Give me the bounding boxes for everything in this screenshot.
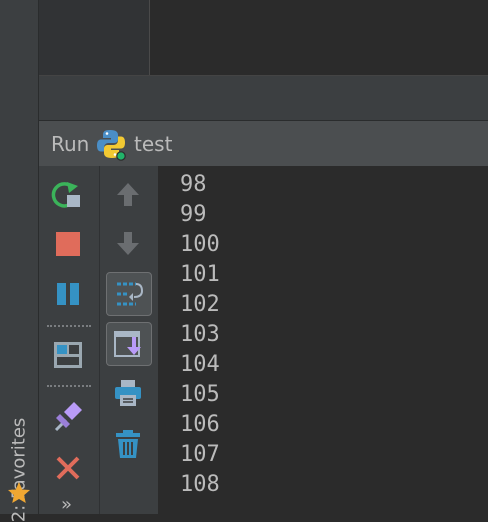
- console-line: 98: [180, 172, 207, 197]
- run-title: Run: [51, 132, 90, 156]
- soft-wrap-button[interactable]: [106, 272, 152, 316]
- soft-wrap-icon: [117, 282, 144, 306]
- console-line: 99: [180, 202, 207, 227]
- toolbar-separator: [47, 385, 91, 387]
- pin-icon[interactable]: [52, 400, 84, 434]
- console-line: 104: [180, 352, 220, 377]
- close-icon[interactable]: [54, 454, 82, 482]
- star-icon: [8, 482, 30, 503]
- stop-icon[interactable]: [54, 230, 82, 258]
- console-line: 105: [180, 382, 220, 407]
- editor-gutter: [39, 0, 150, 76]
- favorites-label: 2: Favorites: [8, 417, 30, 522]
- print-icon[interactable]: [113, 378, 143, 408]
- python-icon: [97, 130, 126, 161]
- restore-layout-icon[interactable]: [52, 340, 84, 370]
- arrow-down-icon[interactable]: [114, 230, 142, 258]
- pause-icon[interactable]: [54, 280, 82, 308]
- run-window-header: Run test: [39, 121, 488, 167]
- console-line: 101: [180, 262, 220, 287]
- console-line: 102: [180, 292, 220, 317]
- toolbar-separator: [47, 325, 91, 327]
- console-line: 108: [180, 472, 220, 497]
- scroll-to-end-icon: [114, 331, 141, 357]
- favorites-tab[interactable]: 2: Favorites: [0, 340, 38, 522]
- scroll-to-end-button[interactable]: [106, 322, 152, 366]
- console-line: 107: [180, 442, 220, 467]
- console-line: 103: [180, 322, 220, 347]
- left-tool-strip: 2: Favorites: [0, 0, 39, 522]
- trash-icon[interactable]: [113, 428, 143, 460]
- console-output[interactable]: 98 99 100 101 102 103 104 105 106 107 10…: [158, 166, 488, 514]
- run-toolbar-primary: »: [39, 166, 100, 515]
- console-line: 100: [180, 232, 220, 257]
- rerun-icon[interactable]: [51, 180, 83, 210]
- run-toolbar-secondary: [100, 166, 158, 514]
- run-config-name: test: [134, 132, 173, 156]
- console-line: 106: [180, 412, 220, 437]
- arrow-up-icon[interactable]: [114, 180, 142, 208]
- toolbar-more-button[interactable]: »: [61, 494, 72, 515]
- editor-bottom-strip: [39, 76, 488, 121]
